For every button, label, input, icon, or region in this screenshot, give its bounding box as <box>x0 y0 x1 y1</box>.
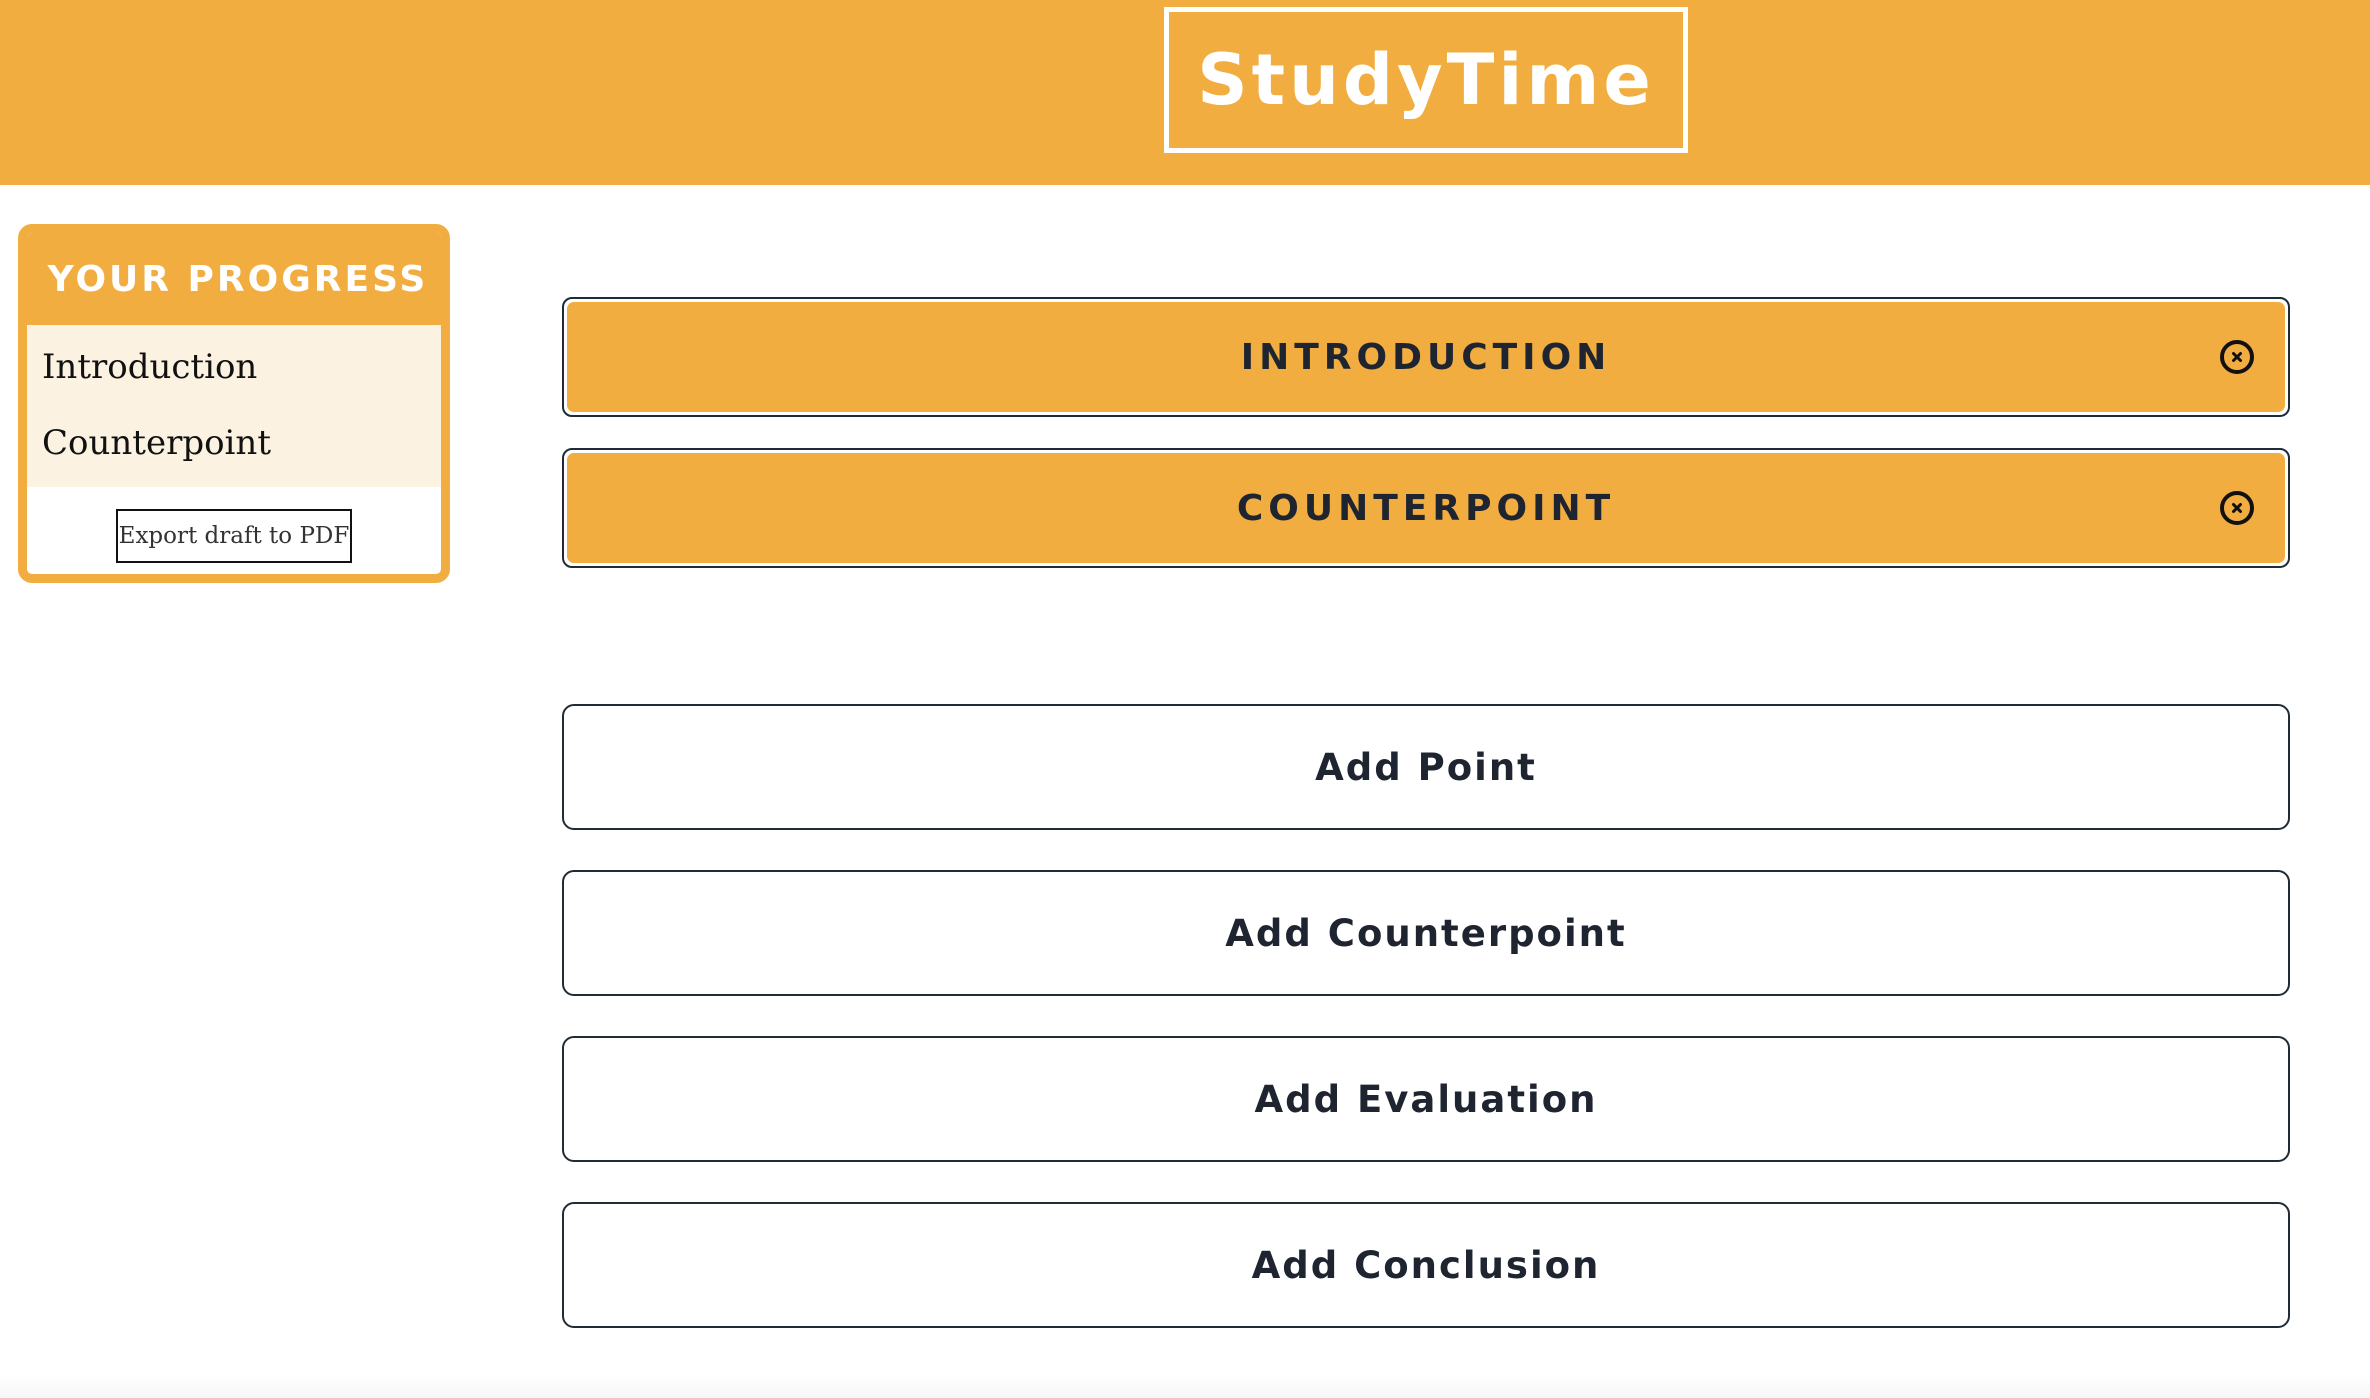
circle-x-icon[interactable] <box>2219 339 2255 375</box>
add-counterpoint-button[interactable]: Add Counterpoint <box>562 870 2290 996</box>
section-counterpoint-header[interactable]: COUNTERPOINT <box>567 453 2285 563</box>
section-introduction-header[interactable]: INTRODUCTION <box>567 302 2285 412</box>
section-counterpoint: COUNTERPOINT <box>562 448 2290 568</box>
page-bottom-shade <box>0 1376 2370 1398</box>
progress-item-introduction[interactable]: Introduction <box>27 329 441 405</box>
add-conclusion-button[interactable]: Add Conclusion <box>562 1202 2290 1328</box>
section-introduction: INTRODUCTION <box>562 297 2290 417</box>
app-logo[interactable]: StudyTime <box>1164 7 1688 153</box>
add-point-button[interactable]: Add Point <box>562 704 2290 830</box>
app-header: StudyTime <box>0 0 2370 185</box>
export-wrapper: Export draft to PDF <box>27 487 441 563</box>
progress-title: YOUR PROGRESS <box>27 233 441 325</box>
section-title: COUNTERPOINT <box>1236 487 1616 529</box>
progress-list: Introduction Counterpoint <box>27 325 441 487</box>
export-pdf-button[interactable]: Export draft to PDF <box>116 509 352 563</box>
add-evaluation-button[interactable]: Add Evaluation <box>562 1036 2290 1162</box>
progress-panel: YOUR PROGRESS Introduction Counterpoint … <box>18 224 450 583</box>
section-title: INTRODUCTION <box>1240 336 1612 378</box>
progress-item-counterpoint[interactable]: Counterpoint <box>27 405 441 481</box>
circle-x-icon[interactable] <box>2219 490 2255 526</box>
